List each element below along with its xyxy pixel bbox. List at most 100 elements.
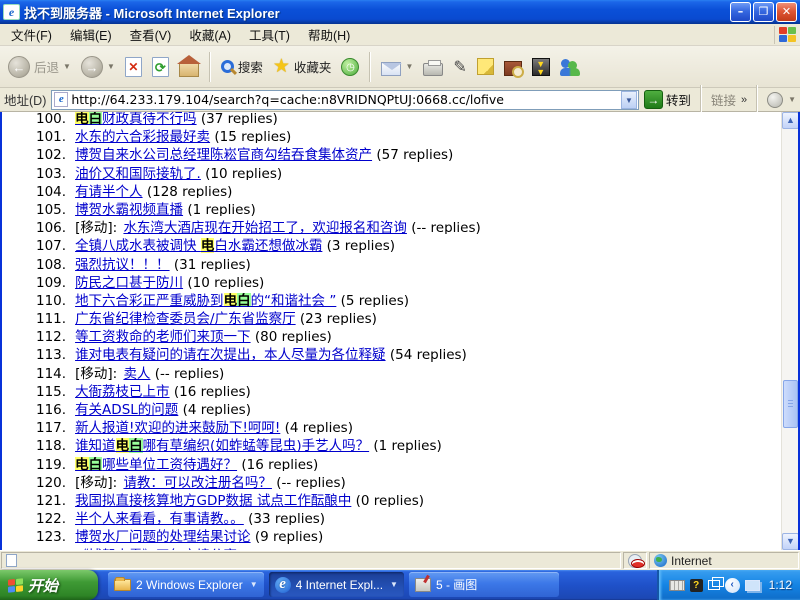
thread-link[interactable]: 有关ADSL的问题 — [75, 402, 178, 416]
stop-button[interactable]: ✕ — [121, 54, 146, 80]
thread-link[interactable]: 博贺自来水公司总经理陈崧官商勾结吞食集体资产 — [75, 147, 372, 161]
refresh-button[interactable]: ⟳ — [148, 54, 173, 80]
thread-title-text[interactable]: 白水霸还想做冰霸 — [214, 238, 322, 252]
search-term-highlight[interactable]: 电 — [75, 457, 89, 471]
menu-view[interactable]: 查看(V) — [121, 23, 181, 46]
thread-title-text[interactable]: 卖人 — [123, 366, 150, 380]
back-button[interactable]: ← 后退 ▼ — [4, 53, 75, 81]
thread-link[interactable]: 电白财政真待不行吗 — [75, 112, 197, 125]
search-term-highlight[interactable]: 白 — [89, 457, 103, 471]
start-button[interactable]: 开始 — [0, 570, 98, 600]
thread-title-text[interactable]: 请教：可以改注册名吗？ — [123, 475, 272, 489]
keyboard-ime-icon[interactable] — [669, 580, 685, 591]
thread-title-text[interactable]: 博贺水霸视频直播 — [75, 202, 183, 216]
thread-link[interactable]: 水东的六合彩报最好卖 — [75, 129, 210, 143]
search-term-highlight[interactable]: 电 — [116, 438, 130, 452]
search-term-highlight[interactable]: 白 — [237, 293, 251, 307]
thread-link[interactable]: 博贺水霸视频直播 — [75, 202, 183, 216]
messenger-button[interactable] — [556, 55, 584, 79]
scroll-down-arrow[interactable]: ▼ — [782, 533, 799, 550]
thread-title-text[interactable]: 水东的六合彩报最好卖 — [75, 129, 210, 143]
download-manager-button[interactable]: ▼▼ — [528, 55, 554, 79]
search-term-highlight[interactable]: 电 — [75, 112, 89, 125]
edit-button[interactable]: ✎ — [449, 54, 470, 80]
history-button[interactable]: ◷ — [337, 55, 363, 79]
thread-link[interactable]: 地下六合彩正严重威胁到电白的“和谐社会 ” — [75, 293, 336, 307]
thread-link[interactable]: 新人报道!欢迎的进来鼓励下!呵呵! — [75, 420, 280, 434]
go-button[interactable]: → 转到 — [644, 90, 691, 109]
thread-title-text[interactable]: 全镇八成水表被调快 — [75, 238, 201, 252]
thread-link[interactable]: 《博贺水霸》四年实境分享 — [75, 548, 237, 551]
search-term-highlight[interactable]: 白 — [129, 438, 143, 452]
thread-link[interactable]: 请教：可以改注册名吗？ — [123, 475, 272, 489]
address-url-text[interactable]: http://64.233.179.104/search?q=cache:n8V… — [71, 92, 621, 107]
thread-title-text[interactable]: 防民之口甚于防川 — [75, 275, 183, 289]
thread-link[interactable]: 半个人来看看，有事请教。。 — [75, 511, 244, 525]
thread-link[interactable]: 防民之口甚于防川 — [75, 275, 183, 289]
thread-title-text[interactable]: 地下六合彩正严重威胁到 — [75, 293, 224, 307]
thread-title-text[interactable]: 的“和谐社会 ” — [251, 293, 337, 307]
thread-title-text[interactable]: 大衙荔枝已上市 — [75, 384, 170, 398]
research-button[interactable] — [500, 55, 526, 79]
vertical-scrollbar[interactable]: ▲ ▼ — [781, 112, 798, 550]
forward-dropdown-icon[interactable]: ▼ — [107, 62, 115, 71]
thread-link[interactable]: 水东湾大酒店现在开始招工了，欢迎报名和咨询 — [123, 220, 407, 234]
thread-link[interactable]: 卖人 — [123, 366, 150, 380]
menu-help[interactable]: 帮助(H) — [299, 23, 359, 46]
back-dropdown-icon[interactable]: ▼ — [63, 62, 71, 71]
thread-title-text[interactable]: 有关ADSL的问题 — [75, 402, 178, 416]
thread-link[interactable]: 等工资救命的老师们来顶一下 — [75, 329, 251, 343]
thread-link[interactable]: 谁对电表有疑问的请在次提出，本人尽量为各位释疑 — [75, 347, 386, 361]
thread-title-text[interactable]: 哪些单位工资待遇好？ — [102, 457, 237, 471]
thread-title-text[interactable]: 等工资救命的老师们来顶一下 — [75, 329, 251, 343]
favorites-button[interactable]: ★ 收藏夹 — [269, 54, 336, 80]
restore-window-tray-icon[interactable] — [708, 580, 720, 590]
address-input[interactable]: e http://64.233.179.104/search?q=cache:n… — [51, 90, 639, 110]
group-dropdown-icon[interactable]: ▼ — [250, 580, 258, 589]
taskbar-button-internet-explorer[interactable]: e 4 Internet Expl... ▼ — [269, 572, 404, 597]
thread-link[interactable]: 谁知道电白哪有草编织(如蚱蜢等昆虫)手艺人吗？ — [75, 438, 369, 452]
thread-title-text[interactable]: 哪有草编织(如蚱蜢等昆虫)手艺人吗？ — [143, 438, 370, 452]
taskbar-button-paint[interactable]: 5 - 画图 — [409, 572, 559, 597]
search-term-highlight[interactable]: 电 — [224, 293, 238, 307]
minimize-button[interactable]: – — [730, 2, 751, 22]
home-button[interactable] — [175, 54, 203, 80]
thread-link[interactable]: 强烈抗议！！！ — [75, 257, 170, 271]
taskbar-button-windows-explorer[interactable]: 2 Windows Explorer ▼ — [108, 572, 264, 597]
popup-blocked-panel[interactable] — [623, 552, 647, 569]
thread-link[interactable]: 全镇八成水表被调快 电白水霸还想做冰霸 — [75, 238, 322, 252]
thread-title-text[interactable]: 新人报道!欢迎的进来鼓励下!呵呵! — [75, 420, 280, 434]
thread-title-text[interactable]: 有请半个人 — [75, 184, 143, 198]
thread-link[interactable]: 大衙荔枝已上市 — [75, 384, 170, 398]
thread-title-text[interactable]: 谁知道 — [75, 438, 116, 452]
menu-tools[interactable]: 工具(T) — [240, 23, 299, 46]
thread-link[interactable]: 我国拟直接核算地方GDP数据 试点工作酝酿中 — [75, 493, 351, 507]
thread-title-text[interactable]: 《博贺水霸》四年实境分享 — [75, 548, 237, 551]
mail-button[interactable]: ▼ — [377, 55, 417, 79]
search-term-highlight[interactable]: 电 — [201, 238, 215, 252]
scrollbar-thumb[interactable] — [783, 380, 798, 428]
thread-title-text[interactable]: 油价又和国际接轨了. — [75, 166, 201, 180]
maximize-button[interactable]: ❐ — [753, 2, 774, 22]
addon-dropdown-icon[interactable]: ▼ — [788, 95, 796, 104]
network-tray-icon[interactable] — [745, 580, 760, 591]
thread-title-text[interactable]: 谁对电表有疑问的请在次提出，本人尽量为各位释疑 — [75, 347, 386, 361]
thread-link[interactable]: 油价又和国际接轨了. — [75, 166, 201, 180]
thread-link[interactable]: 有请半个人 — [75, 184, 143, 198]
menu-file[interactable]: 文件(F) — [2, 23, 61, 46]
help-tray-icon[interactable]: ? — [690, 579, 703, 592]
search-term-highlight[interactable]: 白 — [89, 112, 103, 125]
thread-title-text[interactable]: 我国拟直接核算地方GDP数据 试点工作酝酿中 — [75, 493, 351, 507]
hide-tray-icons-chevron[interactable]: ‹ — [725, 578, 740, 593]
links-label[interactable]: 链接 — [711, 90, 736, 109]
group-dropdown-icon[interactable]: ▼ — [390, 580, 398, 589]
close-button[interactable]: ✕ — [776, 2, 797, 22]
thread-link[interactable]: 博贺水厂问题的处理结果讨论 — [75, 529, 251, 543]
thread-title-text[interactable]: 博贺水厂问题的处理结果讨论 — [75, 529, 251, 543]
address-dropdown-icon[interactable]: ▼ — [621, 91, 637, 109]
thread-title-text[interactable]: 博贺自来水公司总经理陈崧官商勾结吞食集体资产 — [75, 147, 372, 161]
menu-edit[interactable]: 编辑(E) — [61, 23, 121, 46]
forward-button[interactable]: → ▼ — [77, 53, 119, 81]
print-button[interactable] — [419, 55, 447, 79]
scroll-up-arrow[interactable]: ▲ — [782, 112, 799, 129]
